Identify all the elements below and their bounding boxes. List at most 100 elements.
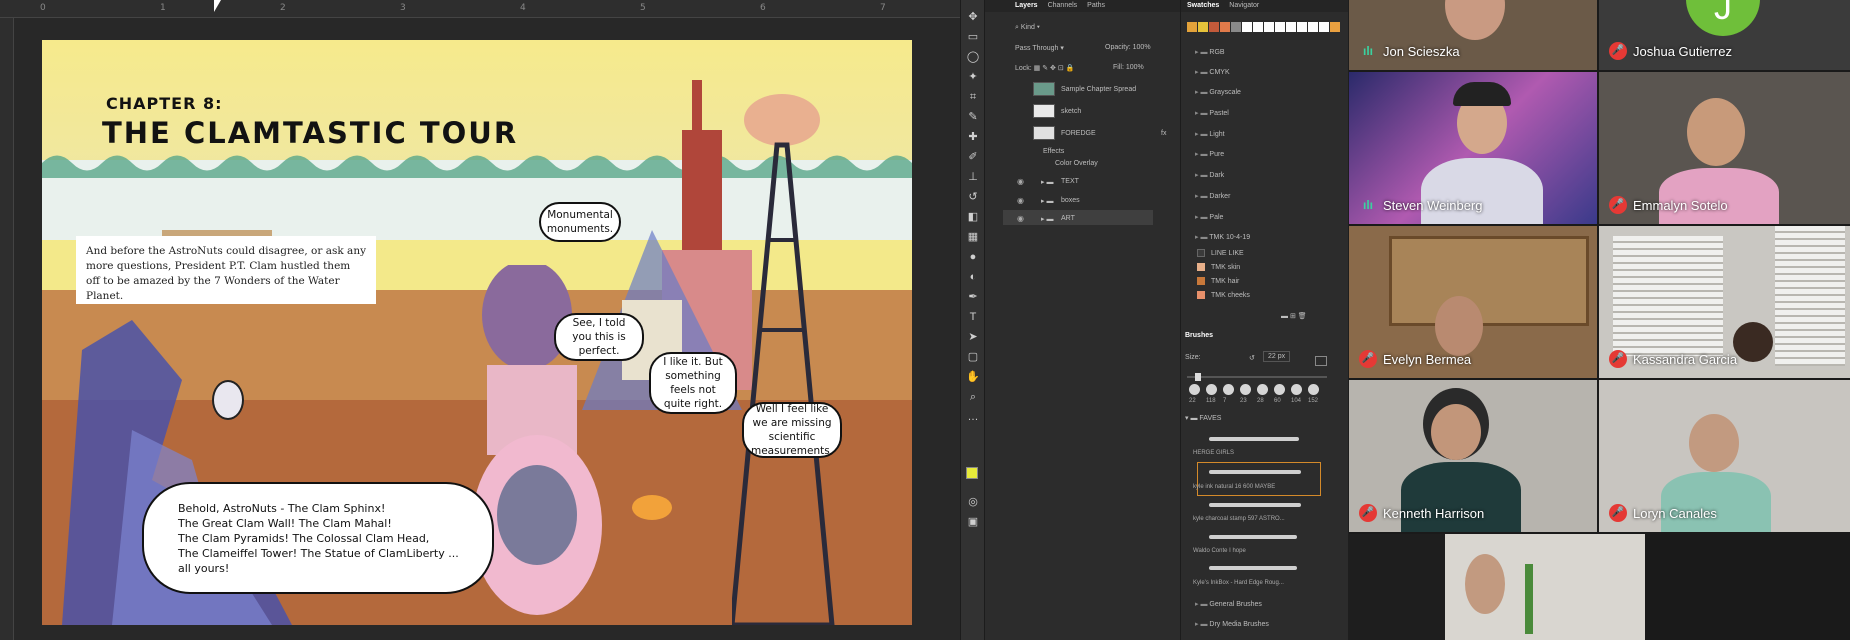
blend-mode-select[interactable]: Pass Through ▾ [1015, 44, 1064, 52]
brush-preset-tip[interactable] [1274, 384, 1285, 395]
swatch-chip[interactable] [1197, 249, 1205, 257]
swatch-chip[interactable] [1197, 263, 1205, 271]
brush-item[interactable]: HERGE GIRLS [1193, 450, 1323, 456]
swatch-name[interactable]: TMK hair [1211, 278, 1239, 285]
visibility-eye-icon[interactable]: ◉ [1017, 177, 1024, 186]
quick-mask-icon[interactable]: ◎ [966, 495, 980, 509]
path-select-icon[interactable]: ➤ [966, 330, 980, 344]
swatch-chip[interactable] [1242, 22, 1252, 32]
tab-paths[interactable]: Paths [1087, 0, 1105, 12]
swatch-folder[interactable]: Darker [1195, 192, 1230, 200]
brush-preset-tip[interactable] [1308, 384, 1319, 395]
layer-group-name[interactable]: boxes [1061, 197, 1080, 204]
dodge-tool-icon[interactable]: ◐ [966, 270, 980, 284]
swatch-name[interactable]: TMK skin [1211, 264, 1240, 271]
brush-item-selected[interactable]: kyle ink natural 16 600 MAYBE [1193, 484, 1323, 490]
swatch-folder[interactable]: Pure [1195, 150, 1224, 158]
swatch-chip[interactable] [1197, 277, 1205, 285]
brush-preset-tip[interactable] [1291, 384, 1302, 395]
swatch-chip[interactable] [1297, 22, 1307, 32]
tab-navigator[interactable]: Navigator [1229, 0, 1259, 12]
stamp-tool-icon[interactable]: ⊥ [966, 170, 980, 184]
video-tile[interactable]: 🎤 Evelyn Bermea [1349, 226, 1597, 378]
brush-preset-tip[interactable] [1223, 384, 1234, 395]
lasso-tool-icon[interactable]: ◯ [966, 50, 980, 64]
swatch-chip[interactable] [1197, 291, 1205, 299]
brushes-panel-title[interactable]: Brushes [1185, 332, 1213, 339]
layer-name[interactable]: FOREDGE [1061, 130, 1096, 137]
zoom-tool-icon[interactable]: ⌕ [966, 390, 980, 404]
swatch-folder[interactable]: RGB [1195, 48, 1224, 56]
shape-tool-icon[interactable]: ▢ [966, 350, 980, 364]
brush-size-field[interactable]: 22 px [1263, 351, 1291, 362]
swatch-chip[interactable] [1330, 22, 1340, 32]
healing-brush-icon[interactable]: ✚ [966, 130, 980, 144]
eraser-tool-icon[interactable]: ◧ [966, 210, 980, 224]
pen-tool-icon[interactable]: ✒ [966, 290, 980, 304]
video-tile[interactable]: ılı Jon Scieszka [1349, 0, 1597, 70]
foreground-color-swatch[interactable] [966, 467, 978, 479]
ruler-left[interactable] [0, 18, 14, 640]
marquee-tool-icon[interactable]: ▭ [966, 30, 980, 44]
brush-group-expanded[interactable]: ▾ ▬ FAVES [1185, 414, 1221, 422]
swatch-chip[interactable] [1286, 22, 1296, 32]
tab-layers[interactable]: Layers [1015, 0, 1038, 12]
size-slider-track[interactable] [1187, 376, 1327, 378]
layer-name[interactable]: Sample Chapter Spread [1061, 86, 1136, 93]
swatch-chip[interactable] [1319, 22, 1329, 32]
swatch-chip[interactable] [1308, 22, 1318, 32]
swatch-chip[interactable] [1253, 22, 1263, 32]
swatch-folder-open[interactable]: TMK 10-4-19 [1195, 233, 1250, 241]
brush-item[interactable]: kyle charcoal stamp 597 ASTRO... [1193, 516, 1323, 522]
video-tile[interactable]: 🎤 Loryn Canales [1599, 380, 1850, 532]
magic-wand-icon[interactable]: ✦ [966, 70, 980, 84]
brush-item[interactable]: Waldo Conte I hope [1193, 548, 1323, 554]
blur-tool-icon[interactable]: ● [966, 250, 980, 264]
layer-name[interactable]: sketch [1061, 108, 1081, 115]
brush-tool-icon[interactable]: ✐ [966, 150, 980, 164]
swatch-name[interactable]: LINE LIKE [1211, 250, 1244, 257]
swatch-chip[interactable] [1231, 22, 1241, 32]
swatch-folder[interactable]: Pastel [1195, 109, 1228, 117]
layer-group-name[interactable]: ART [1061, 215, 1075, 222]
brush-preset-tip[interactable] [1206, 384, 1217, 395]
visibility-eye-icon[interactable]: ◉ [1017, 214, 1024, 223]
swatch-chip[interactable] [1198, 22, 1208, 32]
swatch-name[interactable]: TMK cheeks [1211, 292, 1250, 299]
eyedropper-icon[interactable]: ✎ [966, 110, 980, 124]
swatch-folder[interactable]: Pale [1195, 213, 1223, 221]
ruler-top[interactable]: 0 1 2 3 4 5 6 7 [0, 0, 960, 18]
hand-tool-icon[interactable]: ✋ [966, 370, 980, 384]
brush-item[interactable]: Kyle's InkBox - Hard Edge Roug... [1193, 580, 1323, 586]
history-brush-icon[interactable]: ↺ [966, 190, 980, 204]
video-tile[interactable]: ılı Steven Weinberg [1349, 72, 1597, 224]
swatch-chip[interactable] [1220, 22, 1230, 32]
more-tools-icon[interactable]: … [966, 410, 980, 424]
tab-channels[interactable]: Channels [1048, 0, 1078, 12]
crop-tool-icon[interactable]: ⌗ [966, 90, 980, 104]
panel-footer-icons[interactable]: ▬ ⊞ 🗑 [1281, 312, 1307, 320]
video-tile[interactable]: 🎤 Kassandra Garcia [1599, 226, 1850, 378]
move-tool-icon[interactable]: ✥ [966, 10, 980, 24]
opacity-field[interactable]: Opacity: 100% [1105, 44, 1151, 51]
gradient-tool-icon[interactable]: ▦ [966, 230, 980, 244]
swatch-chip[interactable] [1275, 22, 1285, 32]
fx-icon[interactable]: fx [1161, 130, 1166, 137]
ps-canvas-area[interactable]: 0 1 2 3 4 5 6 7 CHAPTER 8: THE CLAMTASTI… [0, 0, 960, 640]
brush-preset-tip[interactable] [1257, 384, 1268, 395]
video-tile[interactable] [1445, 534, 1645, 640]
type-tool-icon[interactable]: T [966, 310, 980, 324]
brush-size-reset-icon[interactable]: ↺ [1249, 354, 1255, 362]
brush-group[interactable]: General Brushes [1195, 600, 1262, 608]
swatch-folder[interactable]: Dark [1195, 171, 1224, 179]
artboard[interactable]: CHAPTER 8: THE CLAMTASTIC TOUR And befor… [42, 40, 912, 625]
brush-preset-tip[interactable] [1240, 384, 1251, 395]
swatch-folder[interactable]: Grayscale [1195, 88, 1241, 96]
visibility-eye-icon[interactable]: ◉ [1017, 196, 1024, 205]
swatch-chip[interactable] [1209, 22, 1219, 32]
layer-group-name[interactable]: TEXT [1061, 178, 1079, 185]
swatch-folder[interactable]: CMYK [1195, 68, 1229, 76]
size-slider-handle[interactable] [1195, 373, 1201, 381]
new-brush-icon[interactable] [1315, 356, 1327, 366]
video-tile[interactable]: J 🎤 Joshua Gutierrez [1599, 0, 1850, 70]
